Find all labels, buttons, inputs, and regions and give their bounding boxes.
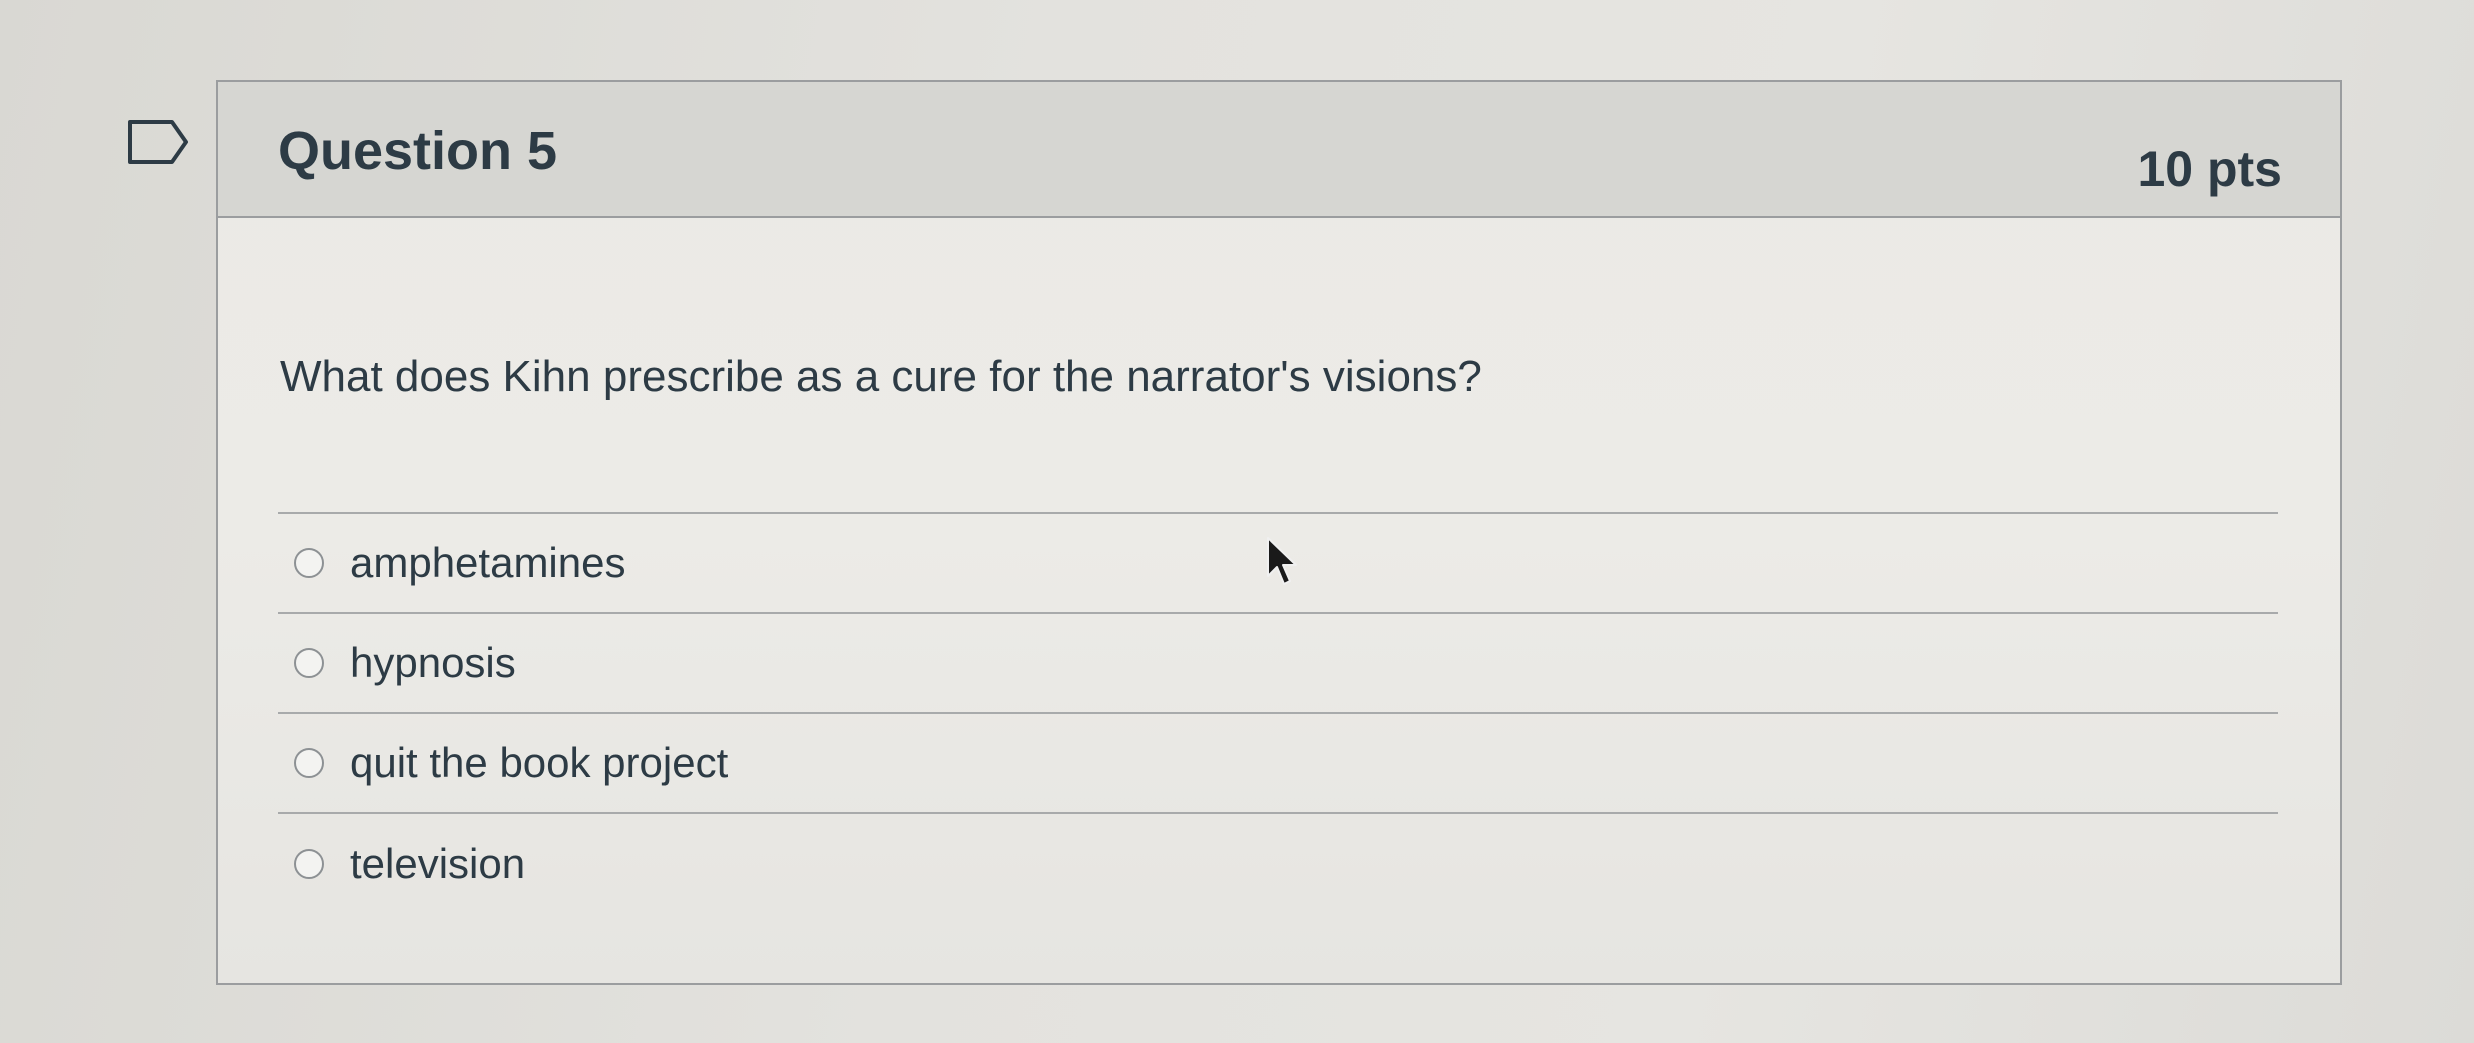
radio-button-icon[interactable] [294, 849, 324, 879]
answer-option-quit-the-book-project[interactable]: quit the book project [278, 714, 2278, 814]
question-text: What does Kihn prescribe as a cure for t… [280, 352, 1482, 401]
radio-button-icon[interactable] [294, 548, 324, 578]
radio-button-icon[interactable] [294, 748, 324, 778]
answer-label: hypnosis [350, 639, 516, 686]
mouse-cursor-icon [1266, 536, 1300, 588]
answer-option-hypnosis[interactable]: hypnosis [278, 614, 2278, 714]
question-title: Question 5 [278, 121, 558, 181]
flag-question-icon[interactable] [126, 118, 190, 166]
answer-label: television [350, 840, 526, 887]
question-points: 10 pts [2137, 141, 2282, 197]
radio-button-icon[interactable] [294, 648, 324, 678]
answer-label: amphetamines [350, 539, 626, 586]
question-card: Question 5 10 pts What does Kihn prescri… [216, 80, 2342, 985]
answer-option-television[interactable]: television [278, 814, 2278, 914]
question-header: Question 5 10 pts [218, 82, 2340, 218]
answer-label: quit the book project [350, 739, 729, 786]
